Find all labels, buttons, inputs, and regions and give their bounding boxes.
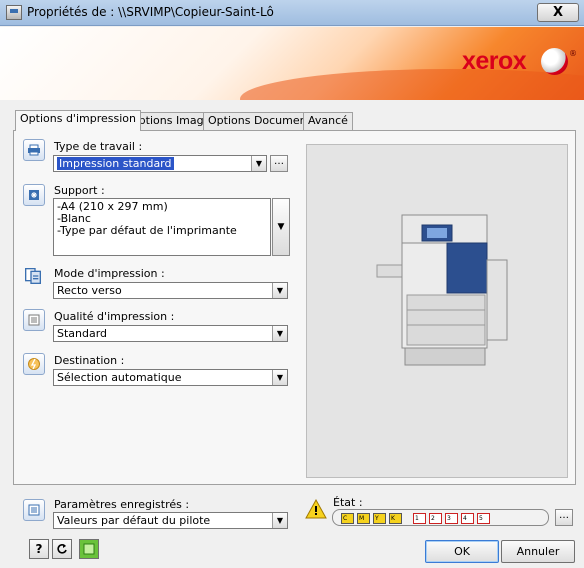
destination-icon (23, 353, 45, 375)
registered-mark: ® (569, 49, 577, 58)
job-type-more-button[interactable]: … (270, 155, 288, 172)
cancel-button[interactable]: Annuler (501, 540, 575, 563)
printer-preview (306, 144, 568, 478)
duplex-icon (23, 266, 45, 288)
paper-dropdown-button[interactable]: ▼ (272, 198, 290, 256)
printer-illustration (376, 214, 508, 366)
status-indicator: C M Y K 1 2 3 4 5 (332, 509, 549, 526)
job-type-select[interactable]: Impression standard ▼ (53, 155, 267, 172)
tray-4-indicator: 4 (461, 513, 474, 524)
tray-2-indicator: 2 (429, 513, 442, 524)
print-mode-value: Recto verso (57, 284, 122, 297)
print-quality-select[interactable]: Standard ▼ (53, 325, 288, 342)
refresh-icon (57, 544, 67, 554)
chevron-down-icon[interactable]: ▼ (272, 513, 287, 528)
paper-icon (23, 184, 45, 206)
close-button[interactable]: X (537, 3, 579, 22)
saved-settings-value: Valeurs par défaut du pilote (57, 514, 211, 527)
status-label: État : (333, 496, 363, 509)
xerox-globe-icon (541, 48, 568, 75)
banner-swoosh (240, 69, 584, 100)
tray-5-indicator: 5 (477, 513, 490, 524)
toner-k-indicator: K (389, 513, 402, 524)
help-button[interactable]: ? (29, 539, 49, 559)
chevron-down-icon[interactable]: ▼ (272, 370, 287, 385)
quality-icon (23, 309, 45, 331)
saved-settings-label: Paramètres enregistrés : (54, 498, 190, 511)
paper-listbox[interactable]: -A4 (210 x 297 mm) -Blanc -Type par défa… (53, 198, 271, 256)
job-type-label: Type de travail : (54, 140, 143, 153)
chevron-down-icon[interactable]: ▼ (272, 283, 287, 298)
destination-label: Destination : (54, 354, 125, 367)
print-mode-select[interactable]: Recto verso ▼ (53, 282, 288, 299)
xerox-banner: xerox ® (0, 27, 584, 100)
destination-value: Sélection automatique (57, 371, 182, 384)
window-title: Propriétés de : \\SRVIMP\Copieur-Saint-L… (27, 5, 274, 19)
print-mode-label: Mode d'impression : (54, 267, 165, 280)
tab-avance[interactable]: Avancé (303, 112, 353, 130)
print-quality-label: Qualité d'impression : (54, 310, 175, 323)
saved-settings-select[interactable]: Valeurs par défaut du pilote ▼ (53, 512, 288, 529)
paper-label: Support : (54, 184, 105, 197)
xerox-logo-text: xerox (462, 47, 527, 75)
toner-y-indicator: Y (373, 513, 386, 524)
title-bar: Propriétés de : \\SRVIMP\Copieur-Saint-L… (0, 0, 584, 26)
destination-select[interactable]: Sélection automatique ▼ (53, 369, 288, 386)
warning-icon (305, 499, 327, 519)
status-more-button[interactable]: … (555, 509, 573, 526)
tray-3-indicator: 3 (445, 513, 458, 524)
paper-type-line: -Type par défaut de l'imprimante (57, 224, 237, 237)
eco-button[interactable] (79, 539, 99, 559)
toner-c-indicator: C (341, 513, 354, 524)
saved-settings-icon (23, 499, 45, 521)
chevron-down-icon[interactable]: ▼ (272, 326, 287, 341)
print-quality-value: Standard (57, 327, 108, 340)
job-type-icon (23, 139, 45, 161)
tab-options-impression[interactable]: Options d'impression (15, 110, 141, 131)
printer-icon (6, 5, 22, 20)
chevron-down-icon[interactable]: ▼ (251, 156, 266, 171)
job-type-value: Impression standard (57, 157, 174, 170)
tab-options-document[interactable]: Options Document (203, 112, 316, 130)
ok-button[interactable]: OK (425, 540, 499, 563)
tray-1-indicator: 1 (413, 513, 426, 524)
leaf-icon (83, 543, 95, 555)
toner-m-indicator: M (357, 513, 370, 524)
reset-button[interactable] (52, 539, 72, 559)
